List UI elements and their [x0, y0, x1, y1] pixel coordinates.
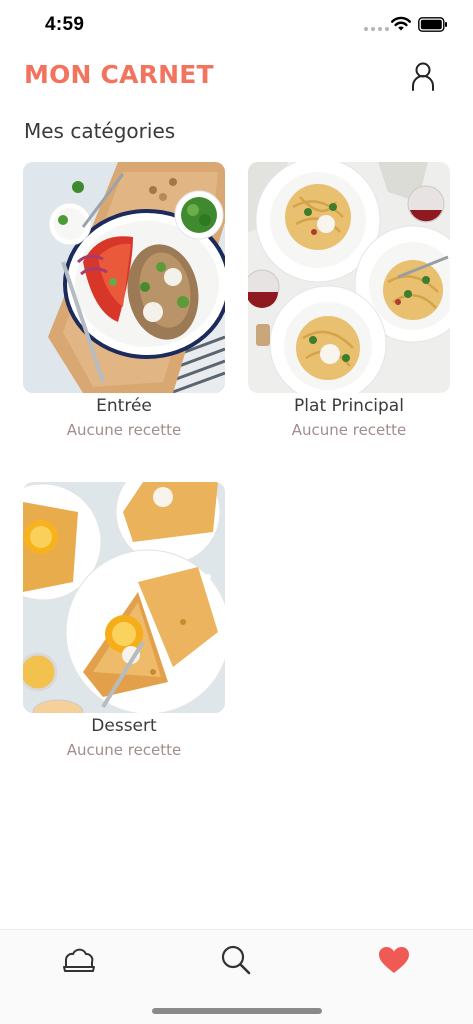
category-card-dessert[interactable]: Dessert Aucune recette	[23, 482, 225, 759]
category-name: Plat Principal	[294, 396, 404, 416]
section-title: Mes catégories	[24, 119, 176, 143]
search-icon	[221, 945, 251, 975]
user-outline-icon	[412, 62, 434, 91]
tab-search[interactable]	[211, 940, 261, 980]
signal-dots-icon	[364, 27, 389, 31]
category-count: Aucune recette	[66, 741, 182, 759]
chef-hat-icon	[63, 948, 95, 972]
category-card-plat-principal[interactable]: Plat Principal Aucune recette	[248, 162, 450, 439]
category-image-entree	[23, 162, 225, 393]
status-bar: 4:59	[0, 0, 473, 50]
tab-recipes[interactable]	[54, 940, 104, 980]
profile-button[interactable]	[408, 60, 438, 94]
category-image-plat-principal	[248, 162, 450, 393]
app-title: MON CARNET	[24, 60, 214, 89]
home-indicator	[152, 1008, 322, 1014]
battery-icon	[418, 17, 447, 32]
status-time: 4:59	[45, 14, 85, 35]
app-header: MON CARNET	[0, 58, 473, 98]
category-name: Entrée	[96, 396, 152, 416]
category-name: Dessert	[91, 716, 157, 736]
category-image-dessert	[23, 482, 225, 713]
wifi-icon	[391, 16, 411, 31]
category-count: Aucune recette	[66, 421, 182, 439]
category-card-entree[interactable]: Entrée Aucune recette	[23, 162, 225, 439]
tab-favorites[interactable]	[369, 940, 419, 980]
heart-icon	[379, 947, 409, 973]
category-count: Aucune recette	[291, 421, 407, 439]
